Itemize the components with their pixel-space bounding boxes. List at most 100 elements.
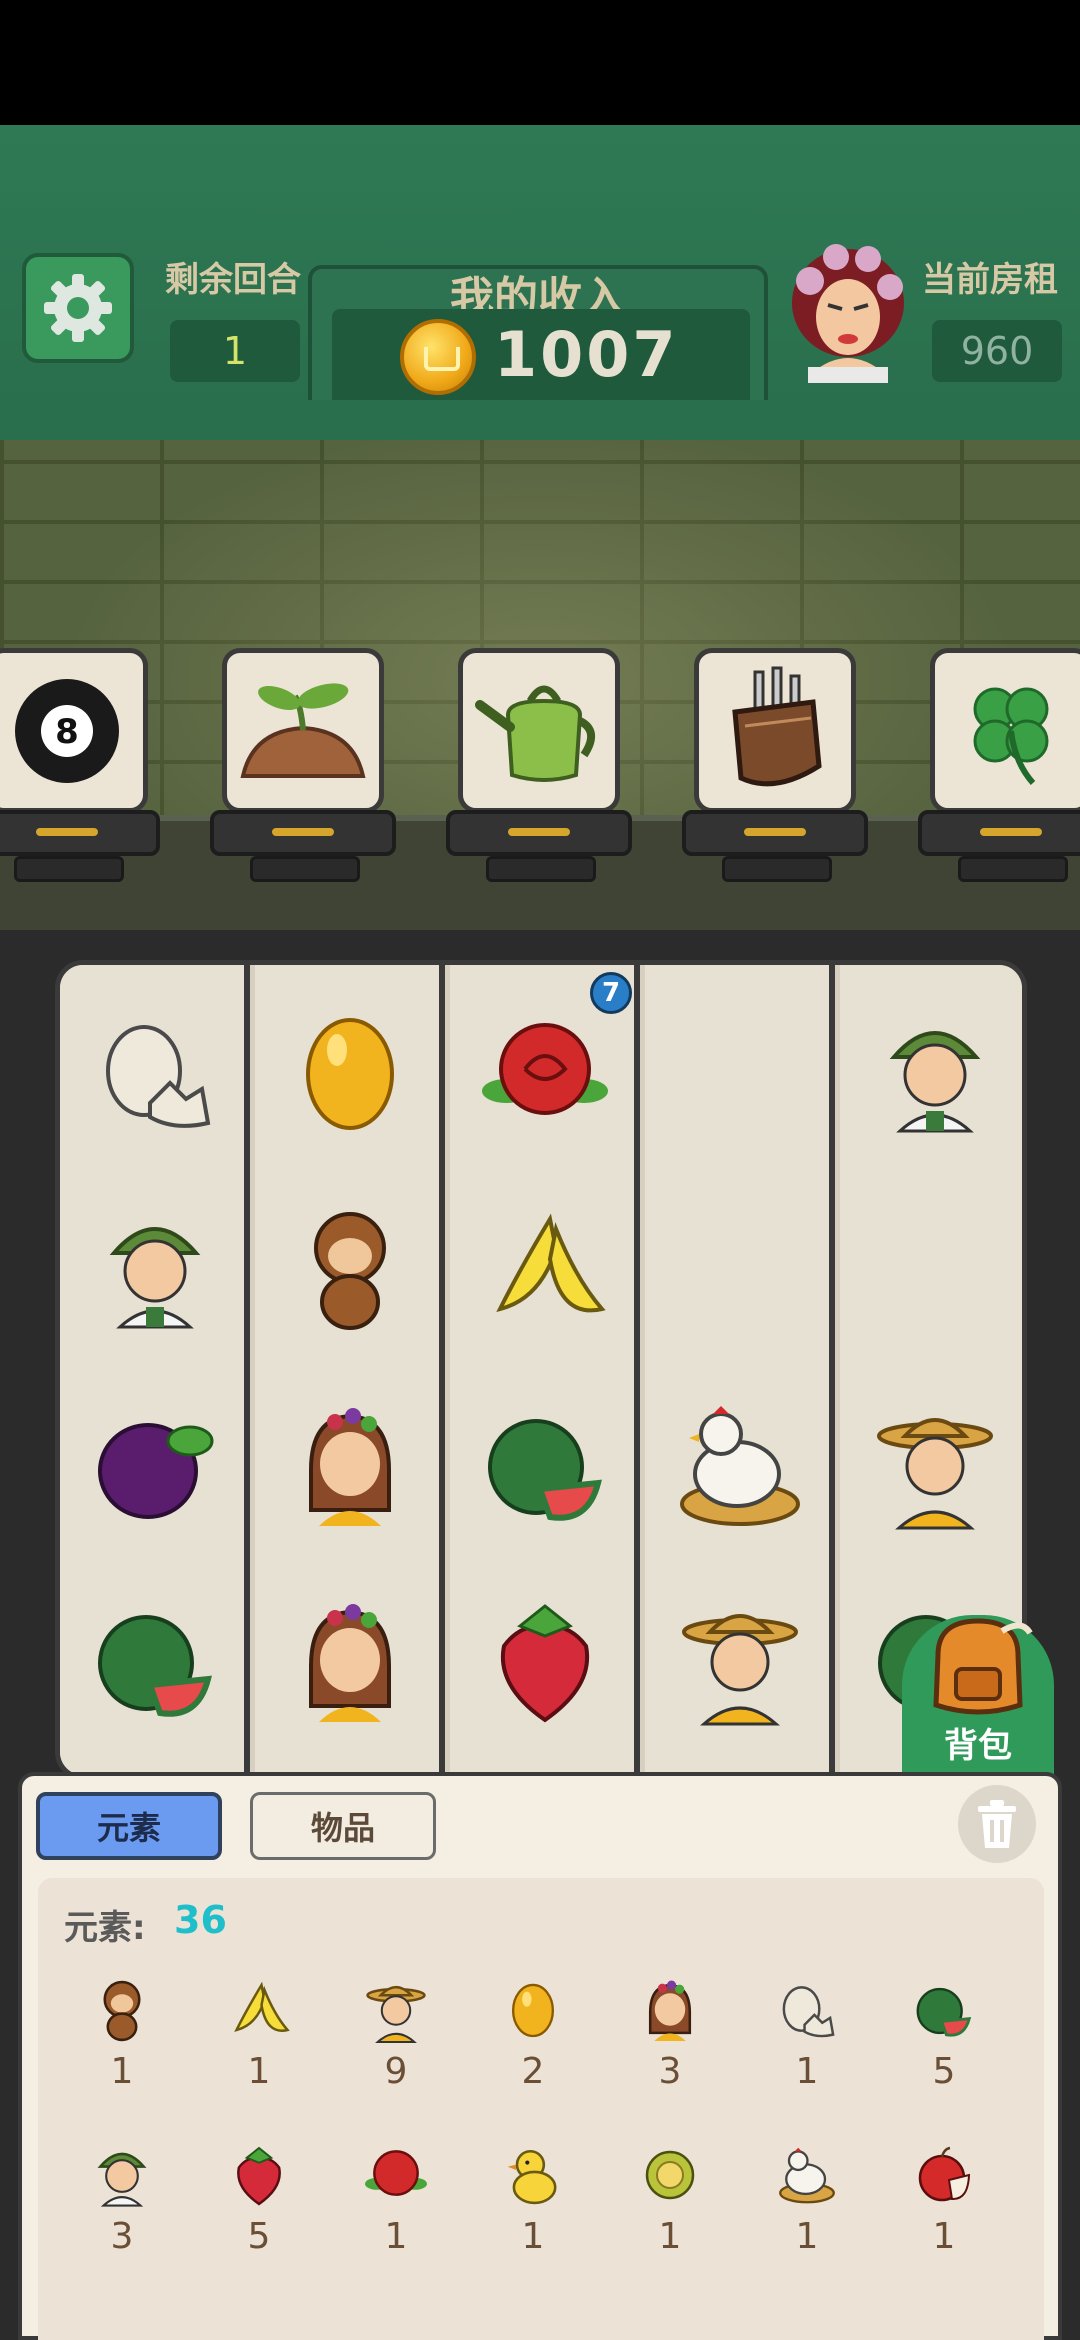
- inventory-item[interactable]: 3: [615, 1975, 725, 2092]
- board-cell[interactable]: [255, 1171, 445, 1367]
- inventory-item[interactable]: 3: [67, 2140, 177, 2257]
- item-quantity: 1: [795, 2216, 819, 2257]
- fruit-girl-icon: [648, 1980, 692, 2041]
- billiard-ball-icon: 8: [15, 678, 119, 783]
- golden-egg-icon: [306, 1018, 394, 1130]
- slot-board: [55, 960, 1027, 1780]
- backpack-icon: [933, 1618, 1033, 1715]
- cracked-egg-icon: [106, 1025, 211, 1128]
- income-value: 1007: [494, 318, 679, 391]
- monkey-icon: [103, 1980, 141, 2042]
- apple-icon: [918, 2146, 971, 2202]
- golden-egg-icon: [511, 1983, 555, 2038]
- shelf-item[interactable]: 8: [0, 648, 148, 813]
- inventory-list-panel: [38, 1878, 1044, 2340]
- item-quantity: 1: [521, 2216, 545, 2257]
- watermelon-icon: [488, 1419, 602, 1521]
- board-cell[interactable]: [645, 1367, 835, 1563]
- board-cell[interactable]: [450, 1367, 640, 1563]
- inventory-item[interactable]: 1: [204, 1975, 314, 2092]
- inventory-item[interactable]: 1: [615, 2140, 725, 2257]
- inventory-item[interactable]: 1: [67, 1975, 177, 2092]
- tab-elements[interactable]: 元素: [36, 1792, 222, 1860]
- strawberry-icon: [500, 1604, 590, 1723]
- item-quantity: 1: [932, 2216, 956, 2257]
- tool-pouch-icon: [732, 666, 822, 786]
- chick-icon: [507, 2149, 557, 2205]
- rent-value: 960: [932, 320, 1062, 382]
- item-quantity: 2: [521, 2051, 545, 2092]
- board-cell[interactable]: [450, 1171, 640, 1367]
- backpack-label: 背包: [944, 1726, 1012, 1766]
- board-cell[interactable]: [840, 1367, 1022, 1563]
- board-cell[interactable]: [60, 1171, 250, 1367]
- watering-can-icon: [475, 685, 595, 782]
- inventory-item[interactable]: 1: [478, 2140, 588, 2257]
- inventory-item[interactable]: 1: [752, 2140, 862, 2257]
- board-cell[interactable]: [255, 1367, 445, 1563]
- item-quantity: 5: [247, 2216, 271, 2257]
- item-quantity: 1: [658, 2216, 682, 2257]
- strawberry-icon: [237, 2146, 281, 2206]
- coin-icon: [400, 319, 476, 395]
- plum-icon: [98, 1423, 214, 1519]
- shelf-item[interactable]: [458, 648, 620, 813]
- board-cell[interactable]: [645, 1563, 835, 1759]
- rounds-value: 1: [170, 320, 300, 382]
- board-cell[interactable]: [840, 975, 1022, 1171]
- settings-button[interactable]: [22, 253, 134, 363]
- board-cell[interactable]: [60, 1367, 250, 1563]
- four-leaf-clover-icon: [973, 687, 1049, 785]
- hen-on-nest-icon: [779, 2147, 835, 2204]
- shelf-item[interactable]: [222, 648, 384, 813]
- tab-items[interactable]: 物品: [250, 1792, 436, 1860]
- inventory-item[interactable]: 1: [752, 1975, 862, 2092]
- watermelon-icon: [98, 1615, 212, 1717]
- element-count-value: 36: [174, 1898, 227, 1942]
- inventory-item[interactable]: 5: [889, 1975, 999, 2092]
- inventory-item[interactable]: 9: [341, 1975, 451, 2092]
- inventory-item[interactable]: 1: [341, 2140, 451, 2257]
- inventory-item[interactable]: 1: [889, 2140, 999, 2257]
- shelf-item[interactable]: [930, 648, 1080, 813]
- board-cell[interactable]: [60, 1563, 250, 1759]
- item-quantity: 3: [110, 2216, 134, 2257]
- trash-button[interactable]: [958, 1785, 1036, 1863]
- banana-icon: [496, 1213, 606, 1313]
- rose-icon: [482, 1023, 608, 1115]
- rounds-label: 剩余回合: [165, 260, 301, 300]
- item-quantity: 3: [658, 2051, 682, 2092]
- farmer-girl-icon: [109, 1227, 201, 1329]
- item-quantity: 1: [110, 2051, 134, 2092]
- item-quantity: 5: [932, 2051, 956, 2092]
- shelf-item[interactable]: [694, 648, 856, 813]
- fruit-girl-icon: [309, 1604, 391, 1722]
- inventory-item[interactable]: 5: [204, 2140, 314, 2257]
- sprouting-soil-icon: [240, 682, 366, 778]
- inventory-item[interactable]: 2: [478, 1975, 588, 2092]
- item-quantity: 1: [795, 2051, 819, 2092]
- trash-icon: [978, 1800, 1016, 1848]
- board-cell[interactable]: [60, 975, 250, 1171]
- durian-icon: [645, 2150, 695, 2200]
- item-quantity: 1: [247, 2051, 271, 2092]
- svg-text:8: 8: [55, 712, 79, 752]
- monkey-icon: [314, 1212, 386, 1330]
- cracked-egg-icon: [782, 1986, 835, 2038]
- landlady-avatar[interactable]: [788, 243, 908, 383]
- gear-icon: [44, 274, 112, 342]
- watermelon-icon: [916, 1987, 972, 2037]
- status-bar: [0, 0, 1080, 125]
- rose-count-badge: 7: [590, 972, 632, 1014]
- farmer-man-icon: [366, 1985, 426, 2043]
- item-quantity: 1: [384, 2216, 408, 2257]
- farmer-man-icon: [682, 1614, 798, 1726]
- item-quantity: 9: [384, 2051, 408, 2092]
- farmer-man-icon: [877, 1418, 993, 1530]
- fruit-girl-icon: [309, 1408, 391, 1526]
- board-cell[interactable]: [255, 1563, 445, 1759]
- board-cell[interactable]: [255, 975, 445, 1171]
- farmer-girl-icon: [889, 1031, 981, 1133]
- board-cell[interactable]: [450, 1563, 640, 1759]
- rent-label: 当前房租: [922, 260, 1058, 300]
